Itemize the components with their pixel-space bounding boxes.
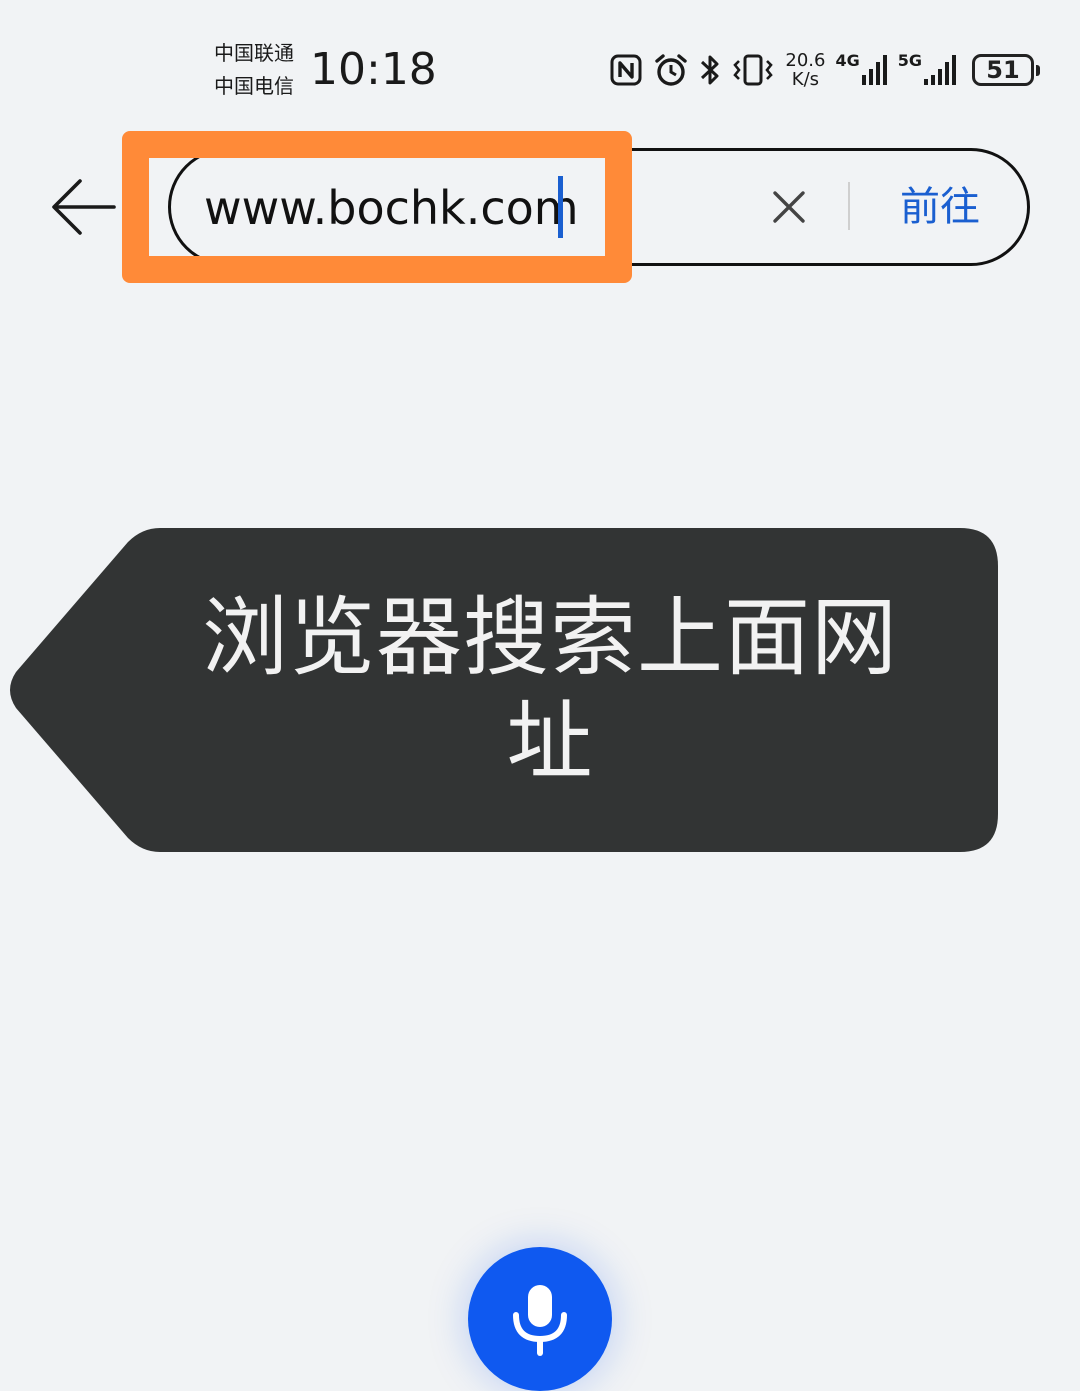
carrier-primary: 中国联通 — [214, 41, 294, 65]
bluetooth-icon — [699, 52, 721, 88]
signal-4g-label: 4G — [835, 51, 860, 70]
url-input-value[interactable]: www.bochk.com — [204, 178, 579, 238]
text-cursor — [558, 176, 563, 238]
status-icons: 20.6 K/s 4G 5G 51 — [609, 46, 1040, 94]
status-bar: 中国联通 中国电信 10:18 20.6 K/s 4G 5G 51 — [0, 0, 1080, 120]
microphone-icon — [513, 1285, 567, 1356]
alarm-icon — [653, 52, 689, 88]
signal-4g: 4G — [835, 53, 887, 87]
battery-indicator: 51 — [972, 54, 1040, 86]
signal-5g: 5G — [898, 53, 958, 87]
signal-bars-icon — [924, 55, 956, 85]
instruction-callout: 浏览器搜索上面网址 — [0, 528, 1000, 852]
close-icon — [773, 191, 805, 223]
network-speed: 20.6 K/s — [785, 51, 825, 89]
network-speed-value: 20.6 — [785, 50, 826, 71]
vibrate-icon — [731, 52, 775, 88]
signal-bars-icon — [861, 55, 887, 85]
carrier-secondary: 中国电信 — [214, 74, 294, 98]
signal-5g-label: 5G — [897, 51, 922, 70]
clear-button[interactable] — [768, 184, 810, 230]
go-button[interactable]: 前往 — [900, 180, 980, 234]
address-bar-divider — [848, 182, 850, 230]
arrow-left-icon — [52, 179, 116, 235]
back-button[interactable] — [48, 174, 118, 240]
callout-text: 浏览器搜索上面网址 — [202, 588, 898, 792]
voice-input-button[interactable] — [468, 1247, 612, 1391]
status-clock: 10:18 — [310, 44, 437, 95]
network-speed-unit: K/s — [791, 69, 820, 90]
nfc-icon — [609, 53, 643, 87]
